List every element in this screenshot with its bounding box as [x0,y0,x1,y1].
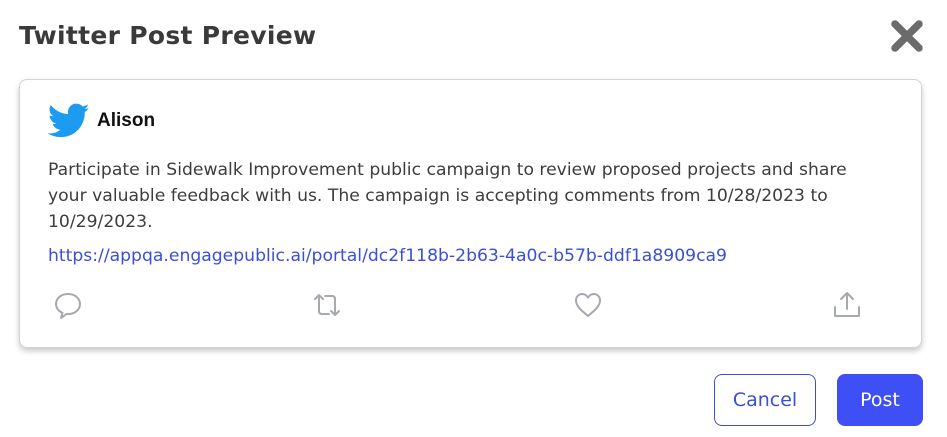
post-button[interactable]: Post [837,374,923,426]
tweet-link[interactable]: https://appqa.engagepublic.ai/portal/dc2… [48,246,727,266]
tweet-author: Alison [97,110,156,131]
twitter-bird-icon [47,103,90,139]
reply-icon[interactable] [52,289,84,321]
share-icon[interactable] [831,289,863,321]
retweet-icon[interactable] [311,289,343,321]
dialog-title: Twitter Post Preview [19,21,317,50]
tweet-card: Alison Participate in Sidewalk Improveme… [19,79,922,348]
tweet-message: Participate in Sidewalk Improvement publ… [48,160,847,232]
close-icon[interactable] [889,18,925,54]
cancel-button[interactable]: Cancel [714,374,816,426]
like-icon[interactable] [572,289,604,321]
twitter-post-preview-dialog: Twitter Post Preview Alison Participate … [0,0,947,437]
